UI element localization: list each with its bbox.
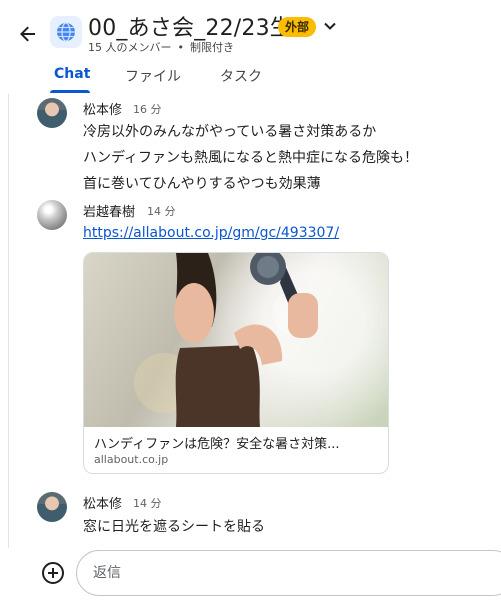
chevron-down-icon[interactable] [320,16,340,36]
globe-icon [50,16,82,48]
external-badge: 外部 [278,17,317,37]
add-icon[interactable] [42,562,64,584]
back-arrow-icon[interactable] [16,22,40,46]
avatar[interactable] [37,98,67,128]
sender-name[interactable]: 松本修 [83,99,122,118]
message-text: 首に巻いてひんやりするやつも効果薄 [83,176,321,192]
message-time: 14 分 [147,205,176,218]
header: 00_あさ会_22/23生 外部 15 人のメンバー • 制限付き Chat ファイ… [0,0,501,94]
preview-image [84,253,388,427]
active-tab-indicator [50,90,90,93]
reply-input[interactable] [93,565,501,581]
space-subtitle[interactable]: 15 人のメンバー • 制限付き [88,39,234,55]
tab-files[interactable]: ファイル [125,66,181,94]
message-link[interactable]: https://allabout.co.jp/gm/gc/493307/ [83,225,339,241]
tab-bar: Chat ファイル タスク [0,62,501,94]
separator-dot: • [177,41,185,54]
avatar[interactable] [37,200,67,230]
member-count: 15 人のメンバー [88,41,172,54]
space-title[interactable]: 00_あさ会_22/23生 [88,10,292,42]
sender-name[interactable]: 松本修 [83,493,122,512]
message-list: 松本修 16 分 冷房以外のみんながやっている暑さ対策あるか ハンディファンも熱… [8,94,501,600]
reply-field[interactable] [76,550,501,596]
message-time: 16 分 [133,103,162,116]
composer-bar [0,548,501,600]
preview-domain: allabout.co.jp [94,453,169,466]
message-text: ハンディファンも熱風になると熱中症になる危険も！ [83,150,419,166]
message-time: 14 分 [133,497,162,510]
tab-tasks[interactable]: タスク [220,66,262,94]
link-preview-card[interactable]: ハンディファンは危険？安全な暑さ対策... allabout.co.jp [83,252,389,474]
preview-title: ハンディファンは危険？安全な暑さ対策... [94,437,340,452]
message-text: 冷房以外のみんながやっている暑さ対策あるか [83,124,377,140]
restriction-label: 制限付き [190,41,234,54]
avatar[interactable] [37,492,67,522]
message-text: 窓に日光を遮るシートを貼る [83,519,265,535]
sender-name[interactable]: 岩越春樹 [83,201,135,220]
